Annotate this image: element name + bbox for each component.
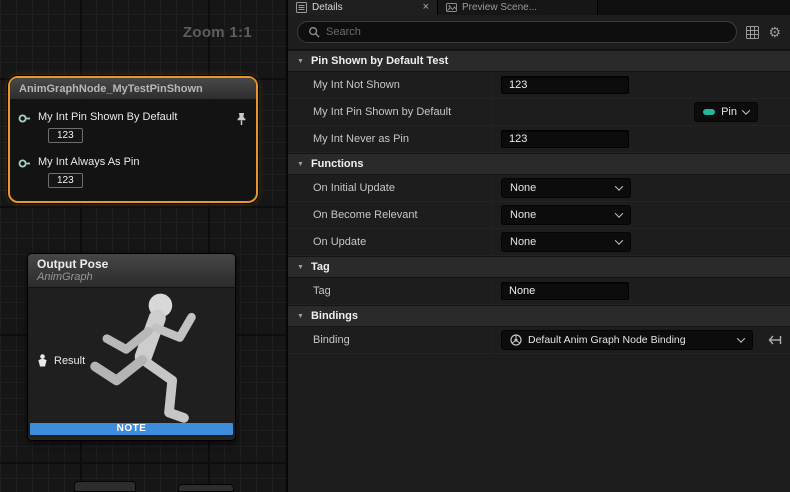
search-icon	[308, 26, 320, 38]
chevron-down-icon[interactable]: ▼	[297, 161, 304, 168]
chevron-down-icon	[615, 182, 623, 190]
chevron-down-icon	[615, 209, 623, 217]
result-pin[interactable]: Result	[37, 354, 85, 367]
grid-view-icon[interactable]	[746, 26, 759, 39]
chevron-down-icon	[615, 236, 623, 244]
node-subtitle: AnimGraph	[37, 271, 226, 283]
section-header-pin-shown[interactable]: ▼ Pin Shown by Default Test	[288, 50, 790, 72]
pin-row: My Int Pin Shown By Default 123	[18, 111, 248, 143]
section-title: Pin Shown by Default Test	[311, 55, 448, 67]
section-title: Tag	[311, 261, 330, 273]
zoom-level-label: Zoom 1:1	[183, 24, 252, 41]
chevron-down-icon[interactable]: ▼	[297, 58, 304, 65]
reset-to-default-icon[interactable]	[768, 335, 782, 345]
property-label: On Initial Update	[288, 182, 492, 194]
property-label: My Int Not Shown	[288, 79, 492, 91]
tab-label: Details	[312, 2, 343, 13]
preview-scene-tab-icon	[446, 2, 457, 13]
section-title: Functions	[311, 158, 364, 170]
chevron-down-icon	[737, 334, 745, 342]
section-title: Bindings	[311, 310, 358, 322]
pin-visibility-dropdown[interactable]: Pin	[694, 102, 758, 122]
function-dropdown[interactable]: None	[501, 205, 631, 225]
binding-class-icon	[510, 334, 522, 346]
dropdown-value: None	[510, 182, 536, 194]
settings-gear-icon[interactable]: ⚙	[768, 25, 781, 39]
close-tab-icon[interactable]: ×	[423, 2, 429, 13]
node-title: Output Pose	[37, 257, 226, 271]
chevron-down-icon	[742, 106, 750, 114]
property-row: My Int Not Shown 123	[288, 72, 790, 99]
details-tab-icon	[296, 2, 307, 13]
section-header-bindings[interactable]: ▼ Bindings	[288, 305, 790, 327]
section-header-functions[interactable]: ▼ Functions	[288, 153, 790, 175]
property-label: On Become Relevant	[288, 209, 492, 221]
int-pin-icon[interactable]	[18, 113, 31, 124]
tab-details[interactable]: Details ×	[288, 0, 438, 15]
property-row: My Int Pin Shown by Default Pin	[288, 99, 790, 126]
graph-node-partial[interactable]	[74, 481, 136, 492]
dropdown-value: None	[510, 236, 536, 248]
property-label: On Update	[288, 236, 492, 248]
int-value-input[interactable]: 123	[48, 128, 83, 143]
pose-pin-icon	[37, 354, 48, 367]
pin-label: My Int Pin Shown By Default	[38, 111, 177, 123]
node-title[interactable]: AnimGraphNode_MyTestPinShown	[10, 78, 256, 100]
section-header-tag[interactable]: ▼ Tag	[288, 256, 790, 278]
tab-label: Preview Scene...	[462, 2, 537, 13]
int-value-input[interactable]: 123	[48, 173, 83, 188]
note-banner[interactable]: NOTE	[30, 423, 233, 435]
binding-dropdown[interactable]: Default Anim Graph Node Binding	[501, 330, 753, 350]
thumbtack-icon[interactable]	[235, 112, 248, 126]
dropdown-value: None	[510, 209, 536, 221]
pin-label: My Int Always As Pin	[38, 156, 139, 168]
property-label: My Int Never as Pin	[288, 133, 492, 145]
property-row: On Update None	[288, 229, 790, 256]
property-row: Binding Default Anim Graph Node Binding	[288, 327, 790, 354]
property-label: Tag	[288, 285, 492, 297]
node-body: My Int Pin Shown By Default 123 My Int A…	[10, 100, 256, 201]
function-dropdown[interactable]: None	[501, 178, 631, 198]
node-header[interactable]: Output Pose AnimGraph	[28, 254, 235, 288]
anim-graph-canvas[interactable]: Zoom 1:1 AnimGraphNode_MyTestPinShown My…	[0, 0, 286, 492]
search-input[interactable]	[326, 26, 726, 38]
tab-bar: Details × Preview Scene...	[288, 0, 790, 15]
graph-node-partial[interactable]	[178, 484, 234, 492]
node-body: Result NOTE	[28, 288, 235, 437]
property-row: My Int Never as Pin 123	[288, 126, 790, 153]
tab-preview-scene[interactable]: Preview Scene...	[438, 0, 598, 15]
dropdown-value: Default Anim Graph Node Binding	[528, 334, 732, 346]
int-pin-icon[interactable]	[18, 158, 31, 169]
property-label: Binding	[288, 334, 492, 346]
result-pin-label: Result	[54, 355, 85, 367]
property-label: My Int Pin Shown by Default	[288, 106, 492, 118]
property-row: On Initial Update None	[288, 175, 790, 202]
dropdown-value: Pin	[721, 106, 737, 118]
chevron-down-icon[interactable]: ▼	[297, 264, 304, 271]
chevron-down-icon[interactable]: ▼	[297, 313, 304, 320]
pin-row: My Int Always As Pin 123	[18, 156, 248, 188]
pin-icon	[703, 109, 715, 115]
mannequin-figure	[64, 288, 229, 434]
property-row: Tag None	[288, 278, 790, 305]
int-input[interactable]: 123	[501, 76, 629, 94]
graph-node-output-pose[interactable]: Output Pose AnimGraph Result NOTE	[27, 253, 236, 441]
details-toolbar: ⚙	[288, 15, 790, 50]
search-box[interactable]	[297, 21, 737, 43]
function-dropdown[interactable]: None	[501, 232, 631, 252]
property-row: On Become Relevant None	[288, 202, 790, 229]
int-input[interactable]: 123	[501, 130, 629, 148]
graph-node-mytestpinshown[interactable]: AnimGraphNode_MyTestPinShown My Int Pin …	[8, 76, 258, 203]
details-panel: Details × Preview Scene...	[286, 0, 790, 492]
tag-input[interactable]: None	[501, 282, 629, 300]
